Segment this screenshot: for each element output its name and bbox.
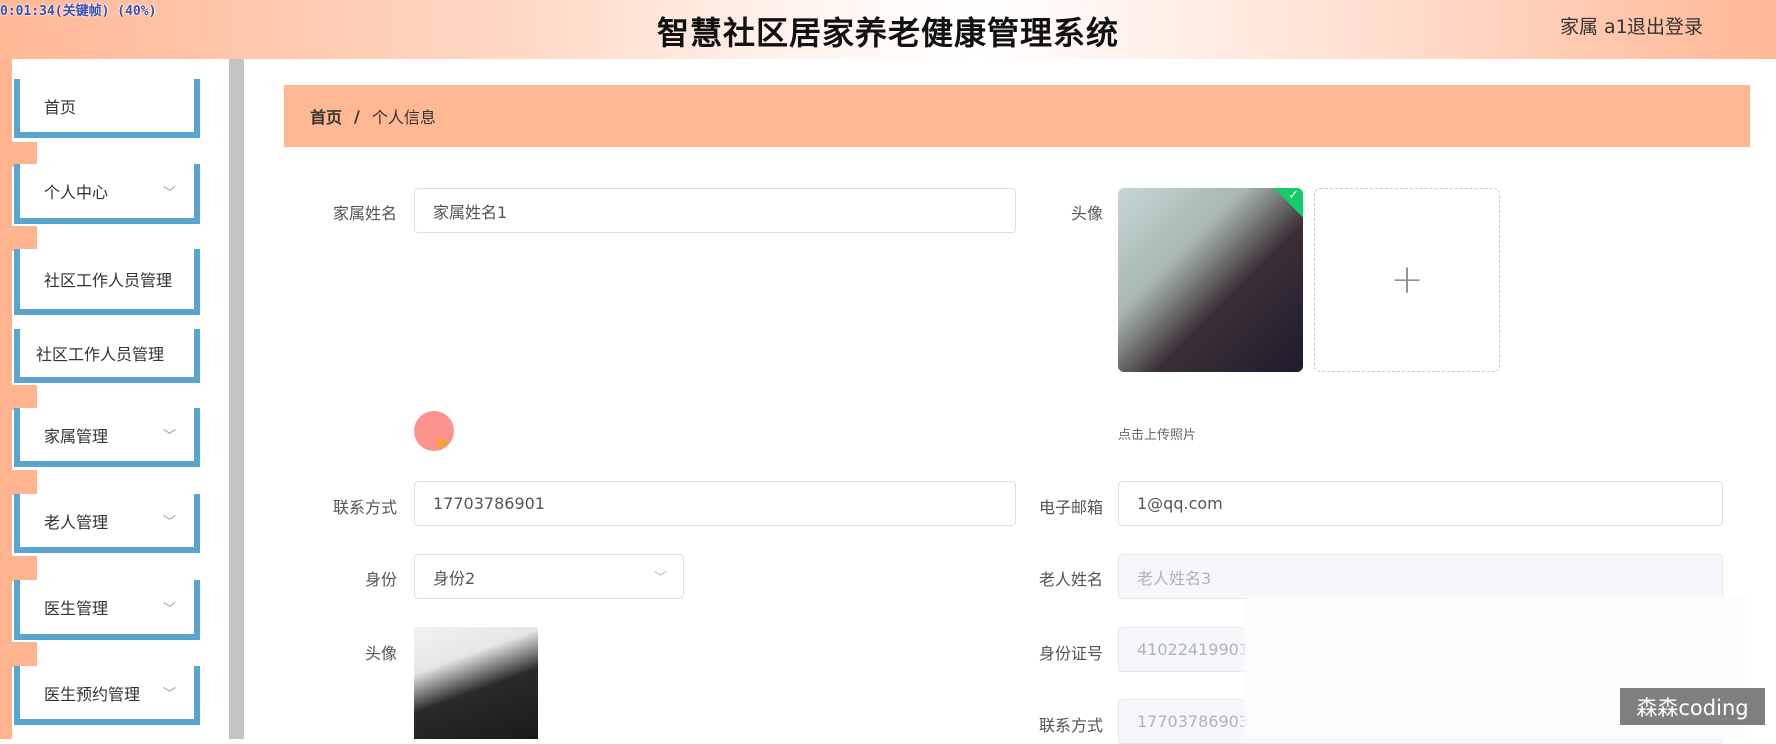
elder-phone-label: 联系方式 (1038, 716, 1103, 735)
check-icon: ✓ (1288, 188, 1299, 203)
family-name-label: 家属姓名 (332, 204, 397, 223)
identity-select[interactable]: 身份2 ﹀ (414, 554, 684, 599)
sidebar-item-label: 社区工作人员管理 (36, 345, 165, 364)
elder-avatar-image (414, 627, 538, 739)
sidebar-item-staff-management[interactable]: 社区工作人员管理 (14, 249, 200, 315)
avatar-image[interactable]: ✓ (1118, 188, 1303, 372)
sidebar-item-home[interactable]: 首页 (14, 79, 200, 138)
upload-button[interactable]: + (1314, 188, 1500, 372)
family-name-input[interactable]: 家属姓名1 (414, 188, 1016, 233)
logout-link[interactable]: 退出登录 (1627, 12, 1703, 39)
avatar-label: 头像 (1070, 204, 1103, 223)
breadcrumb-home[interactable]: 首页 (310, 104, 342, 128)
phone-label: 联系方式 (332, 498, 397, 517)
elder-name-label: 老人姓名 (1038, 570, 1103, 589)
elder-id-label: 身份证号 (1038, 644, 1103, 663)
chevron-down-icon: ﹀ (162, 429, 176, 444)
sidebar-item-label: 医生管理 (44, 599, 109, 618)
breadcrumb: 首页 / 个人信息 (284, 85, 1750, 147)
sidebar-accent-strip (0, 59, 12, 739)
video-timestamp: 0:01:34(关键帧) (40%) (0, 4, 157, 19)
sidebar-item-staff-management-sub[interactable]: 社区工作人员管理 (14, 329, 200, 383)
sidebar-tab-marker (12, 226, 37, 251)
sidebar-item-doctor-management[interactable]: 医生管理 ﹀ (14, 580, 200, 640)
sidebar-item-label: 社区工作人员管理 (44, 271, 173, 290)
sidebar-item-family-management[interactable]: 家属管理 ﹀ (14, 408, 200, 467)
elder-name-input[interactable]: 老人姓名3 (1118, 554, 1723, 599)
mouse-cursor-icon: ➤ (434, 430, 451, 454)
chevron-down-icon: ﹀ (162, 687, 176, 702)
sidebar-tab-marker (12, 470, 37, 495)
phone-input[interactable]: 17703786901 (414, 481, 1016, 526)
email-input[interactable]: 1@qq.com (1118, 481, 1723, 526)
elder-avatar-label: 头像 (364, 644, 397, 663)
upload-hint: 点击上传照片 (1118, 428, 1197, 443)
breadcrumb-current: 个人信息 (371, 108, 436, 127)
chevron-down-icon: ﹀ (653, 571, 667, 586)
chevron-down-icon: ﹀ (162, 601, 176, 617)
sidebar-item-label: 医生预约管理 (44, 684, 141, 704)
sidebar-tab-marker (12, 385, 37, 410)
sidebar-tab-marker (12, 642, 37, 667)
sidebar-item-label: 个人中心 (44, 183, 109, 202)
email-label: 电子邮箱 (1038, 498, 1103, 517)
sidebar-item-elder-management[interactable]: 老人管理 ﹀ (14, 494, 200, 553)
sidebar-scrollbar[interactable] (229, 59, 244, 739)
sidebar-item-label: 首页 (44, 97, 77, 117)
sidebar-item-label: 家属管理 (44, 426, 109, 446)
sidebar-item-personal-center[interactable]: 个人中心 ﹀ (14, 164, 200, 224)
chevron-down-icon: ﹀ (162, 515, 176, 530)
app-title: 智慧社区居家养老健康管理系统 (656, 14, 1119, 52)
watermark: 森森coding (1620, 688, 1765, 725)
identity-label: 身份 (364, 570, 397, 589)
current-user: 家属 a1 (1560, 16, 1628, 38)
breadcrumb-separator: / (354, 106, 360, 126)
sidebar-tab-marker (12, 556, 37, 581)
identity-value: 身份2 (433, 568, 476, 588)
sidebar-item-appointment-management[interactable]: 医生预约管理 ﹀ (14, 666, 200, 725)
plus-icon: + (1390, 257, 1424, 303)
chevron-down-icon: ﹀ (162, 185, 176, 201)
sidebar-item-label: 老人管理 (44, 512, 109, 532)
